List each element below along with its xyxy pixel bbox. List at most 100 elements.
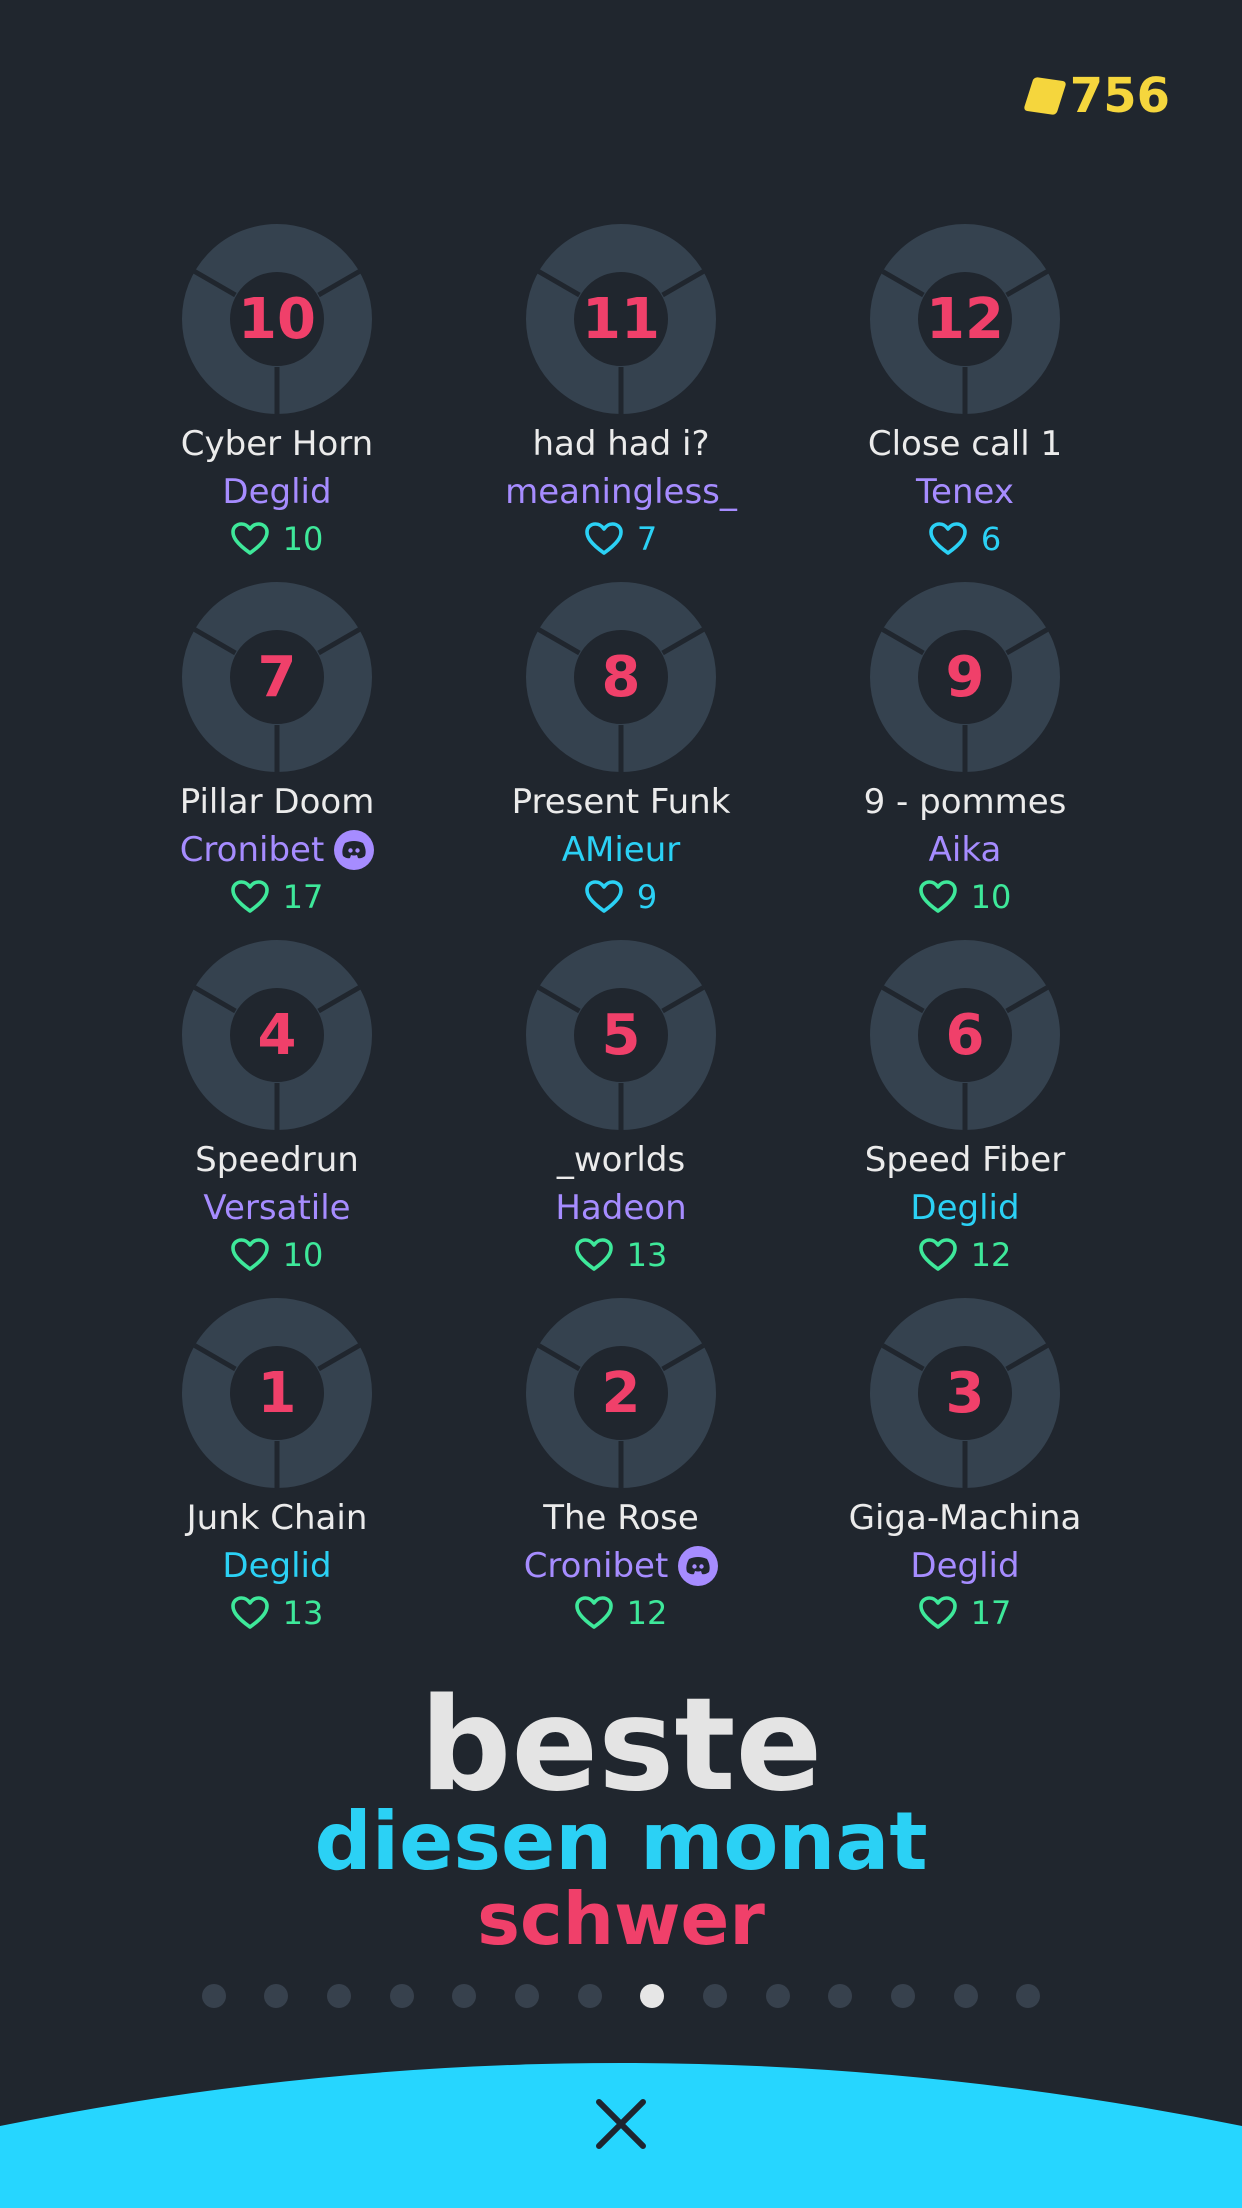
page-dot[interactable] [452, 1984, 477, 2008]
heart-icon [585, 880, 623, 914]
level-author-name: Deglid [222, 1546, 332, 1586]
level-ring-icon: 10 [182, 224, 372, 414]
level-author[interactable]: Cronibet [180, 826, 375, 874]
level-card[interactable]: 10 Cyber Horn Deglid 10 [105, 224, 449, 582]
level-author[interactable]: Cronibet [524, 1542, 719, 1590]
level-card[interactable]: 2 The Rose Cronibet 12 [449, 1298, 793, 1656]
like-count: 17 [282, 878, 324, 916]
level-author[interactable]: Deglid [222, 1542, 331, 1590]
page-dot[interactable] [264, 1984, 289, 2008]
level-ring-icon: 1 [182, 1298, 372, 1488]
level-author[interactable]: AMieur [562, 826, 681, 874]
page-dot[interactable] [201, 1984, 226, 2008]
level-number: 6 [945, 1002, 985, 1068]
level-title: 9 - pommes [863, 782, 1067, 822]
page-dot[interactable] [828, 1984, 853, 2008]
heart-icon [918, 880, 957, 914]
level-title: Cyber Horn [180, 424, 374, 464]
page-dot[interactable] [1016, 1984, 1041, 2008]
level-card[interactable]: 6 Speed Fiber Deglid 12 [793, 940, 1137, 1298]
level-card[interactable]: 8 Present Funk AMieur 9 [449, 582, 793, 940]
like-count: 10 [282, 1236, 324, 1274]
page-dot[interactable] [577, 1984, 602, 2008]
level-likes[interactable]: 13 [230, 1590, 324, 1636]
level-likes[interactable]: 12 [918, 1232, 1012, 1278]
level-author-name: Versatile [203, 1188, 351, 1228]
level-card[interactable]: 3 Giga-Machina Deglid 17 [793, 1298, 1137, 1656]
level-row: 4 Speedrun Versatile 10 5 _worlds Hadeon [0, 940, 1242, 1298]
page-indicator [0, 1984, 1242, 2008]
level-title: Pillar Doom [179, 782, 375, 822]
like-count: 17 [970, 1594, 1012, 1632]
like-count: 12 [970, 1236, 1012, 1274]
like-count: 13 [282, 1594, 324, 1632]
level-author-name: Tenex [916, 472, 1014, 512]
level-author-name: Cronibet [523, 1546, 669, 1586]
like-count: 9 [636, 878, 658, 916]
like-count: 12 [626, 1594, 668, 1632]
level-likes[interactable]: 10 [230, 516, 324, 562]
level-card[interactable]: 5 _worlds Hadeon 13 [449, 940, 793, 1298]
level-card[interactable]: 1 Junk Chain Deglid 13 [105, 1298, 449, 1656]
level-author-name: meaningless_ [505, 472, 737, 512]
level-author[interactable]: Tenex [916, 468, 1014, 516]
page-dot[interactable] [389, 1984, 414, 2008]
level-likes[interactable]: 12 [574, 1590, 668, 1636]
level-title: Junk Chain [186, 1498, 368, 1538]
level-card[interactable]: 7 Pillar Doom Cronibet 17 [105, 582, 449, 940]
level-ring-icon: 9 [870, 582, 1060, 772]
level-author[interactable]: Deglid [910, 1542, 1019, 1590]
discord-icon [334, 830, 375, 870]
level-author[interactable]: Aika [929, 826, 1002, 874]
level-ring-icon: 2 [526, 1298, 716, 1488]
level-card[interactable]: 4 Speedrun Versatile 10 [105, 940, 449, 1298]
level-title: had had i? [532, 424, 710, 464]
level-row: 7 Pillar Doom Cronibet 17 8 Present Funk… [0, 582, 1242, 940]
level-card[interactable]: 12 Close call 1 Tenex 6 [793, 224, 1137, 582]
level-likes[interactable]: 7 [585, 516, 657, 562]
page-dot[interactable] [891, 1984, 916, 2008]
level-likes[interactable]: 13 [574, 1232, 667, 1278]
level-likes[interactable]: 10 [230, 1232, 324, 1278]
level-ring-icon: 5 [526, 940, 716, 1130]
like-count: 10 [970, 878, 1012, 916]
close-icon [596, 2099, 646, 2149]
level-title: Speed Fiber [864, 1140, 1066, 1180]
level-likes[interactable]: 17 [918, 1590, 1012, 1636]
level-ring-icon: 11 [526, 224, 716, 414]
level-likes[interactable]: 17 [230, 874, 324, 920]
level-likes[interactable]: 10 [918, 874, 1012, 920]
level-title: Close call 1 [867, 424, 1063, 464]
level-author-name: Aika [928, 830, 1002, 870]
level-number: 4 [257, 1002, 297, 1068]
heart-icon [230, 522, 269, 556]
like-count: 10 [282, 520, 324, 558]
page-dot[interactable] [640, 1984, 665, 2008]
level-number: 3 [945, 1360, 985, 1426]
level-likes[interactable]: 9 [585, 874, 657, 920]
level-card[interactable]: 11 had had i? meaningless_ 7 [449, 224, 793, 582]
page-dot[interactable] [326, 1984, 351, 2008]
heart-icon [585, 522, 623, 556]
currency-amount: 756 [1069, 68, 1170, 124]
level-ring-icon: 4 [182, 940, 372, 1130]
difficulty-label[interactable]: schwer [0, 1874, 1242, 1964]
level-number: 1 [257, 1360, 297, 1426]
level-number: 2 [601, 1360, 641, 1426]
page-dot[interactable] [953, 1984, 978, 2008]
page-dot[interactable] [703, 1984, 728, 2008]
level-ring-icon: 8 [526, 582, 716, 772]
level-author[interactable]: meaningless_ [505, 468, 737, 516]
level-author[interactable]: Versatile [203, 1184, 350, 1232]
level-card[interactable]: 9 9 - pommes Aika 10 [793, 582, 1137, 940]
level-author[interactable]: Deglid [910, 1184, 1019, 1232]
page-dot[interactable] [514, 1984, 539, 2008]
level-author-name: Deglid [910, 1546, 1020, 1586]
close-button[interactable] [591, 2094, 651, 2154]
heart-icon [574, 1596, 613, 1630]
level-author-name: AMieur [561, 830, 681, 870]
level-author[interactable]: Deglid [222, 468, 331, 516]
level-likes[interactable]: 6 [929, 516, 1001, 562]
page-dot[interactable] [765, 1984, 790, 2008]
level-author[interactable]: Hadeon [555, 1184, 686, 1232]
